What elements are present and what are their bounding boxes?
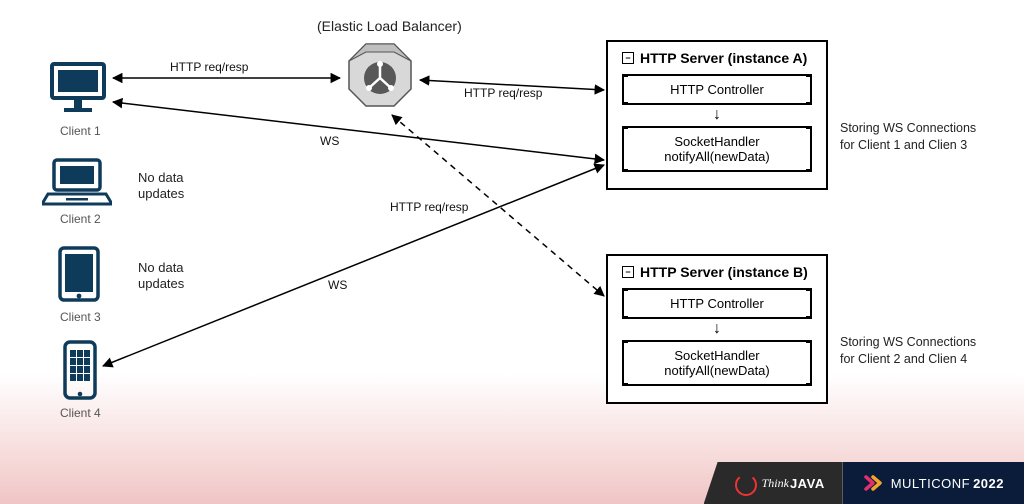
client-1-desktop-icon xyxy=(50,62,106,119)
multiconf-year: 2022 xyxy=(973,476,1004,491)
client-2-label: Client 2 xyxy=(60,212,101,226)
server-a-handler: SocketHandler notifyAll(newData) xyxy=(622,126,812,172)
server-a-title: HTTP Server (instance A) xyxy=(640,50,807,66)
edge-ws1-label: WS xyxy=(318,134,341,148)
server-b-controller: HTTP Controller xyxy=(622,288,812,319)
think-label: Think xyxy=(762,476,789,491)
client-2-laptop-icon xyxy=(42,158,112,211)
load-balancer xyxy=(345,42,415,112)
server-a-title-row: − HTTP Server (instance A) xyxy=(622,50,812,66)
java-label: JAVA xyxy=(790,476,825,491)
arrow-down-icon: ↓ xyxy=(622,323,812,336)
client-4-phone-icon xyxy=(63,340,97,405)
edge-http-left-label: HTTP req/resp xyxy=(168,60,250,74)
edge-http-dashed-label: HTTP req/resp xyxy=(388,200,470,214)
collapse-icon: − xyxy=(622,52,634,64)
server-a-side-note: Storing WS Connections for Client 1 and … xyxy=(840,120,976,154)
server-b-title-row: − HTTP Server (instance B) xyxy=(622,264,812,280)
server-b-title: HTTP Server (instance B) xyxy=(640,264,808,280)
arrow-down-icon: ↓ xyxy=(622,109,812,122)
think-java-icon xyxy=(734,469,758,497)
collapse-icon: − xyxy=(622,266,634,278)
elb-caption: (Elastic Load Balancer) xyxy=(317,18,462,34)
edges xyxy=(0,0,1024,504)
multiconf-badge: MULTICONF 2022 xyxy=(843,462,1024,504)
edge-http-right-label: HTTP req/resp xyxy=(462,86,544,100)
server-b: − HTTP Server (instance B) HTTP Controll… xyxy=(606,254,828,404)
client-4-label: Client 4 xyxy=(60,406,101,420)
think-java-badge: Think JAVA xyxy=(704,462,843,504)
client-3-note: No data updates xyxy=(138,260,184,293)
server-a-controller: HTTP Controller xyxy=(622,74,812,105)
edge-ws3-label: WS xyxy=(326,278,349,292)
footer: Think JAVA MULTICONF 2022 xyxy=(704,462,1024,504)
diagram-canvas: (Elastic Load Balancer) Client 1 xyxy=(0,0,1024,504)
multiconf-label: MULTICONF xyxy=(891,476,970,491)
multiconf-icon xyxy=(863,473,883,493)
client-1-label: Client 1 xyxy=(60,124,101,138)
client-2-note: No data updates xyxy=(138,170,184,203)
server-b-side-note: Storing WS Connections for Client 2 and … xyxy=(840,334,976,368)
server-a: − HTTP Server (instance A) HTTP Controll… xyxy=(606,40,828,190)
server-b-handler: SocketHandler notifyAll(newData) xyxy=(622,340,812,386)
client-3-label: Client 3 xyxy=(60,310,101,324)
client-3-tablet-icon xyxy=(58,246,100,307)
